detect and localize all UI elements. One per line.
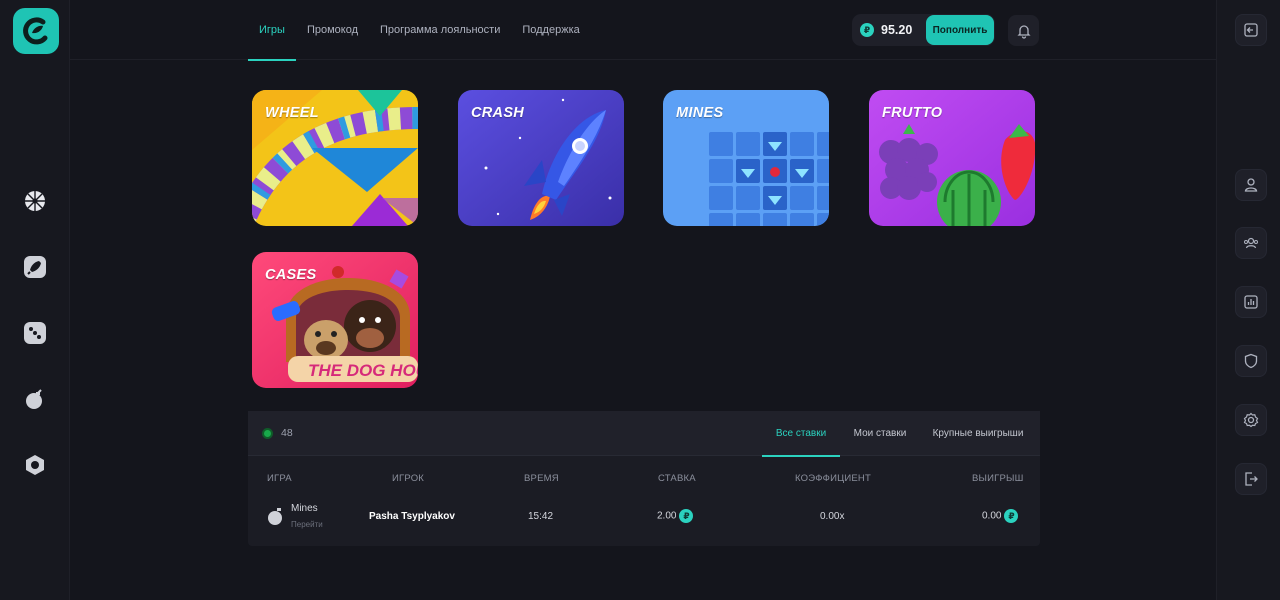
bets-header: 48 Все ставки Мои ставки Крупные выигрыш… [248, 411, 1040, 457]
deposit-button[interactable]: Пополнить [926, 15, 994, 45]
svg-text:THE DOG HOUSE: THE DOG HOUSE [308, 361, 418, 380]
balance-amount: 95.20 [881, 23, 913, 37]
game-card-crash[interactable]: CRASH [458, 90, 624, 226]
referrals-button[interactable] [1235, 227, 1267, 259]
row-bet: 2.00 ₽ [657, 509, 694, 523]
column-coefficient: КОЭФФИЦИЕНТ [795, 473, 871, 484]
tab-support[interactable]: Поддержка [511, 0, 590, 60]
user-icon [1244, 178, 1258, 192]
settings-button[interactable] [1235, 404, 1267, 436]
column-game: ИГРА [267, 473, 292, 484]
hexagon-icon [26, 455, 44, 475]
logout-button[interactable] [1235, 463, 1267, 495]
online-count: 48 [281, 427, 293, 439]
profile-button[interactable] [1235, 169, 1267, 201]
ruble-coin-icon: ₽ [1004, 509, 1019, 523]
tab-promocode[interactable]: Промокод [296, 0, 369, 60]
row-win-value: 0.00 [982, 510, 1002, 522]
wheel-icon [25, 191, 45, 211]
game-title: WHEEL [265, 105, 319, 121]
bets-panel: 48 Все ставки Мои ставки Крупные выигрыш… [248, 411, 1040, 546]
ruble-coin-icon: ₽ [679, 509, 694, 523]
row-time: 15:42 [528, 511, 554, 522]
logo[interactable] [13, 8, 59, 54]
users-icon [1244, 237, 1258, 249]
game-card-mines[interactable]: MINES [663, 90, 829, 226]
game-title: CRASH [471, 105, 525, 121]
login-button[interactable] [1235, 14, 1267, 46]
bell-icon [1016, 24, 1031, 39]
row-win: 0.00 ₽ [982, 509, 1019, 523]
column-time: ВРЕМЯ [524, 473, 559, 484]
game-title: MINES [676, 105, 724, 121]
tab-all-bets[interactable]: Все ставки [762, 411, 840, 457]
logo-icon [23, 17, 48, 45]
online-indicator-icon [262, 428, 273, 439]
nav-dice[interactable] [22, 320, 48, 346]
ruble-coin-icon: ₽ [860, 23, 874, 37]
stats-icon [1244, 295, 1258, 309]
tab-games[interactable]: Игры [248, 0, 296, 61]
logout-icon [1245, 472, 1258, 486]
game-card-cases[interactable]: THE DOG HOUSE CASES [252, 252, 418, 388]
row-game-link[interactable]: Перейти [291, 520, 323, 529]
dice-icon [24, 322, 46, 344]
header: Игры Промокод Программа лояльности Подде… [70, 0, 1216, 61]
row-coefficient: 0.00x [820, 511, 845, 522]
column-bet: СТАВКА [658, 473, 696, 484]
game-card-wheel[interactable]: WHEEL [252, 90, 418, 226]
nav-frutto[interactable] [22, 452, 48, 478]
nav-wheel[interactable] [22, 188, 48, 214]
tab-loyalty[interactable]: Программа лояльности [369, 0, 511, 60]
statistics-button[interactable] [1235, 286, 1267, 318]
shield-icon [1244, 353, 1258, 369]
bomb-icon [26, 389, 42, 409]
game-title: FRUTTO [882, 105, 943, 121]
tab-big-wins[interactable]: Крупные выигрыши [928, 411, 1028, 456]
row-game-name: Mines [291, 503, 318, 514]
right-sidebar [1216, 0, 1280, 600]
row-player: Pasha Tsyplyakov [369, 511, 455, 522]
rocket-icon [24, 256, 46, 278]
game-title: CASES [265, 267, 317, 283]
nav-mines[interactable] [22, 386, 48, 412]
left-sidebar [0, 0, 70, 600]
bomb-icon [268, 508, 282, 525]
nav-crash[interactable] [22, 254, 48, 280]
settings-icon [1243, 412, 1259, 428]
security-button[interactable] [1235, 345, 1267, 377]
column-win: ВЫИГРЫШ [972, 473, 1024, 484]
row-bet-value: 2.00 [657, 510, 677, 522]
tab-my-bets[interactable]: Мои ставки [846, 411, 914, 456]
game-card-frutto[interactable]: FRUTTO [869, 90, 1035, 226]
main-nav: Игры Промокод Программа лояльности Подде… [248, 0, 591, 61]
notifications-button[interactable] [1008, 15, 1039, 46]
column-player: ИГРОК [392, 473, 425, 484]
login-icon [1244, 23, 1258, 37]
